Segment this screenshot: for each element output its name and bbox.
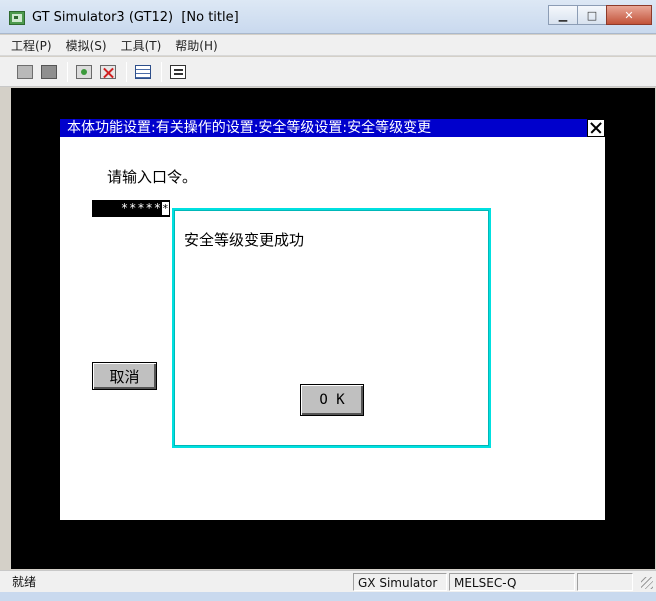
status-empty — [577, 573, 633, 591]
close-button[interactable]: ✕ — [606, 5, 652, 25]
toolbar-separator — [67, 61, 68, 82]
toolbar — [0, 57, 656, 87]
panel-title: 本体功能设置:有关操作的设置:安全等级设置:安全等级变更 — [60, 119, 605, 137]
status-simulator: GX Simulator — [353, 573, 447, 591]
open-project-button[interactable] — [14, 61, 36, 83]
properties-icon — [170, 64, 186, 79]
window-titlebar[interactable]: GT Simulator3 (GT12) [No title] ▁ □ ✕ — [0, 0, 656, 34]
minimize-button[interactable]: ▁ — [548, 5, 578, 25]
status-text: 就绪 — [12, 575, 37, 589]
maximize-button[interactable]: □ — [577, 5, 607, 25]
window-bottom-edge — [0, 592, 656, 601]
menu-bar: 工程(P) 模拟(S) 工具(T) 帮助(H) — [0, 35, 656, 56]
cancel-button[interactable]: 取消 — [92, 362, 157, 390]
menu-simulate[interactable]: 模拟(S) — [66, 37, 107, 54]
password-input[interactable]: ***** * — [92, 200, 170, 217]
toolbar-separator — [126, 61, 127, 82]
password-mask: ***** — [120, 201, 162, 215]
device-monitor-icon — [135, 64, 151, 79]
status-bar: 就绪 GX Simulator MELSEC-Q — [0, 570, 656, 592]
window-title: GT Simulator3 (GT12) [No title] — [32, 10, 239, 25]
save-project-icon — [41, 64, 57, 79]
save-project-button[interactable] — [38, 61, 60, 83]
app-icon — [9, 11, 25, 25]
open-project-icon — [17, 64, 33, 79]
stop-simulation-button[interactable] — [97, 61, 119, 83]
popup-message: 安全等级变更成功 — [184, 231, 305, 249]
device-monitor-button[interactable] — [132, 61, 154, 83]
properties-button[interactable] — [167, 61, 189, 83]
menu-help[interactable]: 帮助(H) — [175, 37, 217, 54]
panel-close-icon[interactable] — [587, 119, 605, 137]
ok-button[interactable]: O K — [300, 384, 364, 416]
start-simulation-button[interactable] — [73, 61, 95, 83]
toolbar-separator — [161, 61, 162, 82]
start-simulation-icon — [76, 64, 92, 79]
stop-simulation-icon — [100, 64, 116, 79]
input-cursor: * — [162, 202, 170, 215]
window-controls: ▁ □ ✕ — [548, 5, 652, 25]
menu-tools[interactable]: 工具(T) — [121, 37, 162, 54]
resize-grip-icon[interactable] — [641, 577, 653, 589]
status-plc: MELSEC-Q — [449, 573, 575, 591]
menu-project[interactable]: 工程(P) — [11, 37, 52, 54]
password-prompt: 请输入口令。 — [107, 168, 198, 186]
success-popup: 安全等级变更成功 O K — [172, 208, 491, 448]
